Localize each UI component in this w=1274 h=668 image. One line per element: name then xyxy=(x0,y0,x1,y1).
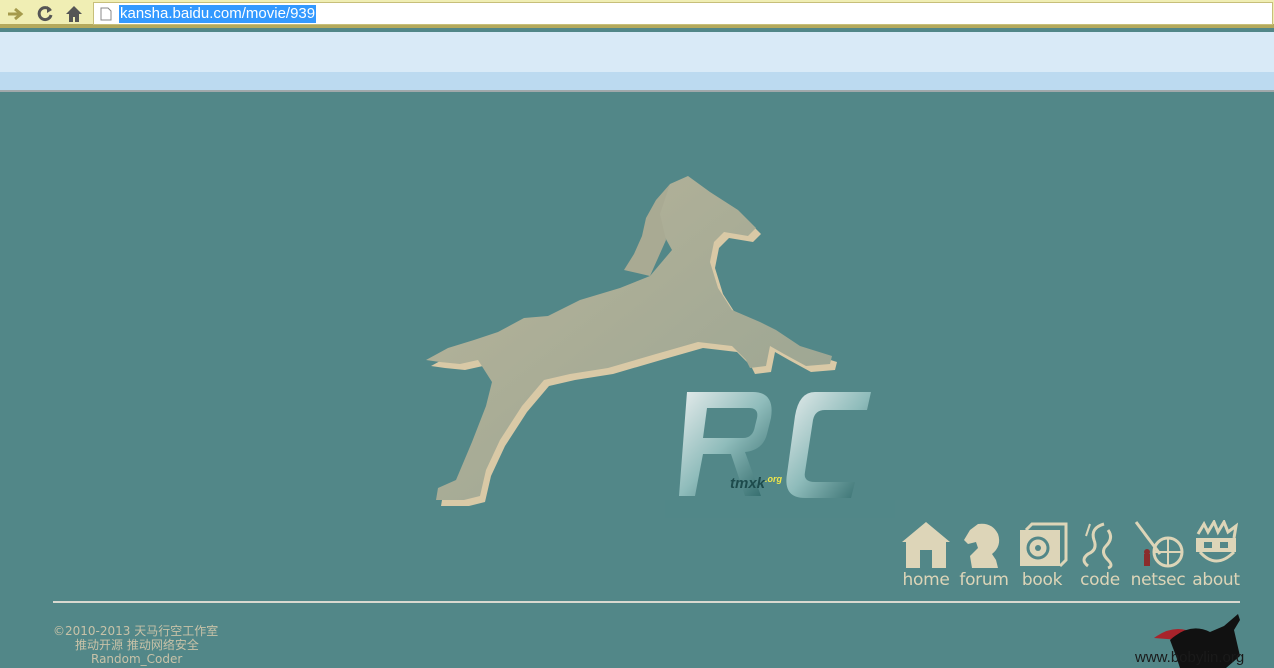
footer-divider xyxy=(53,601,1240,603)
footer-copyright: ©2010-2013 天马行空工作室 xyxy=(53,624,219,638)
nav-code[interactable]: code xyxy=(1072,520,1128,592)
nav-book[interactable]: book xyxy=(1014,520,1070,592)
site-tld: .org xyxy=(765,474,783,484)
nav-code-label: code xyxy=(1080,570,1120,590)
nav-netsec-label: netsec xyxy=(1130,570,1186,590)
main-nav: home forum book code netsec about xyxy=(898,520,1243,592)
books-icon xyxy=(1020,522,1068,568)
nav-home[interactable]: home xyxy=(898,520,954,592)
footer-slogan: 推动开源 推动网络安全 xyxy=(75,638,199,652)
nav-forum-label: forum xyxy=(959,570,1009,590)
info-bar xyxy=(0,32,1274,72)
page-icon xyxy=(100,7,112,21)
corner-watermark: www.bobylin.org xyxy=(1135,649,1245,666)
nav-home-label: home xyxy=(902,570,950,590)
site-name: tmxk.org xyxy=(730,474,782,492)
url-text[interactable]: kansha.baidu.com/movie/939 xyxy=(119,5,317,23)
nav-about-label: about xyxy=(1192,570,1240,590)
nav-book-label: book xyxy=(1021,570,1063,590)
address-bar[interactable]: kansha.baidu.com/movie/939 xyxy=(93,2,1273,25)
info-bar-secondary xyxy=(0,72,1274,92)
footer-author: Random_Coder xyxy=(91,652,183,666)
face-icon xyxy=(1196,520,1239,563)
home-icon[interactable] xyxy=(63,3,85,25)
nav-forum[interactable]: forum xyxy=(956,520,1012,592)
nav-about[interactable]: about xyxy=(1188,520,1244,592)
house-icon xyxy=(902,522,950,568)
forward-icon[interactable] xyxy=(5,3,27,25)
code-glyph-icon xyxy=(1082,522,1113,570)
globe-antenna-icon xyxy=(1134,521,1184,568)
rc-logo-letters xyxy=(665,392,895,518)
site-name-text: tmxk xyxy=(730,475,766,492)
footer: ©2010-2013 天马行空工作室 推动开源 推动网络安全 Random_Co… xyxy=(53,624,218,666)
chess-knight-icon xyxy=(964,523,1000,568)
browser-toolbar: kansha.baidu.com/movie/939 xyxy=(0,0,1274,28)
nav-netsec[interactable]: netsec xyxy=(1130,520,1186,592)
reload-icon[interactable] xyxy=(34,3,56,25)
